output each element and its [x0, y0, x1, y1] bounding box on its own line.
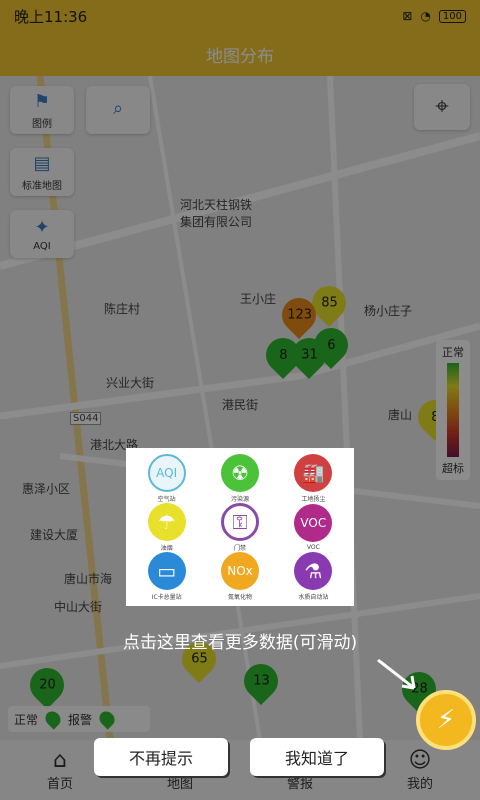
data-type-voc[interactable]: VOC VOC — [277, 503, 350, 552]
data-type-access[interactable]: ⚿ 门禁 — [203, 503, 276, 552]
data-type-water[interactable]: ⚗ 水质自动站 — [277, 552, 350, 601]
voc-icon: VOC — [294, 504, 333, 542]
smoke-icon: ☂ — [147, 503, 186, 541]
card-icon: ▭ — [147, 552, 186, 590]
data-type-label: 水质自动站 — [298, 594, 329, 601]
more-data-button[interactable]: ⚡ — [416, 690, 476, 750]
aqi-icon: AQI — [147, 454, 186, 492]
data-type-pollution[interactable]: ☢ 污染源 — [203, 454, 276, 503]
factory-icon: 🏭 — [294, 454, 333, 492]
data-type-smoke[interactable]: ☂ 油烟 — [130, 503, 203, 552]
arrow-icon — [377, 658, 416, 690]
data-type-label: 工地扬尘 — [301, 496, 326, 503]
data-type-label: 污染源 — [230, 496, 249, 503]
data-type-dust[interactable]: 🏭 工地扬尘 — [277, 454, 350, 503]
data-type-label: 油烟 — [160, 545, 173, 552]
data-type-aqi[interactable]: AQI 空气站 — [130, 454, 203, 503]
data-type-label: VOC — [306, 544, 320, 551]
data-type-nox[interactable]: NOx 氮氧化物 — [203, 552, 276, 601]
data-type-label: 门禁 — [233, 545, 246, 552]
radiation-icon: ☢ — [220, 454, 259, 492]
flask-icon: ⚗ — [294, 552, 333, 590]
bolt-icon: ⚡ — [436, 705, 456, 735]
data-type-label: IC卡总量站 — [151, 594, 182, 601]
data-type-ic[interactable]: ▭ IC卡总量站 — [130, 552, 203, 601]
ok-button[interactable]: 我知道了 — [250, 738, 384, 776]
data-type-panel: AQI 空气站 ☢ 污染源 🏭 工地扬尘 ☂ 油烟 ⚿ 门禁 VOC VOC ▭… — [126, 448, 354, 606]
nox-icon: NOx — [220, 552, 259, 590]
dismiss-button[interactable]: 不再提示 — [94, 738, 228, 776]
key-icon: ⚿ — [220, 503, 259, 541]
data-type-label: 空气站 — [157, 496, 176, 503]
data-type-label: 氮氧化物 — [227, 594, 252, 601]
guide-hint-text: 点击这里查看更多数据(可滑动) — [122, 633, 358, 653]
